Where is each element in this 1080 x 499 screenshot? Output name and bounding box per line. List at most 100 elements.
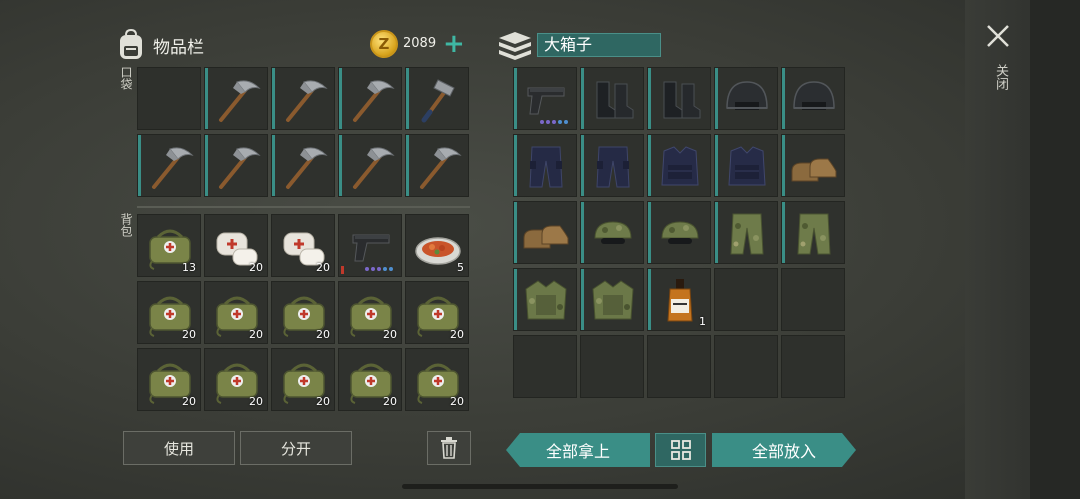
container-slot[interactable]	[647, 201, 711, 264]
boots-icon	[663, 81, 701, 119]
pickaxe-icon	[286, 147, 328, 189]
backpack-slot[interactable]: 20	[338, 348, 402, 411]
inventory-title: 物品栏	[153, 37, 204, 58]
backpack-slot[interactable]: 20	[271, 348, 335, 411]
pistol-icon	[352, 234, 390, 262]
container-slot[interactable]	[714, 67, 778, 130]
item-quantity: 20	[450, 395, 464, 408]
container-empty-slot[interactable]	[714, 335, 778, 398]
container-slot[interactable]	[781, 134, 845, 197]
trash-button[interactable]	[427, 431, 471, 465]
pickaxe-icon	[152, 147, 194, 189]
close-icon[interactable]	[984, 22, 1012, 50]
pocket-slot[interactable]	[338, 134, 402, 197]
container-slot[interactable]	[580, 201, 644, 264]
boots-icon	[596, 81, 634, 119]
container-slot[interactable]	[580, 67, 644, 130]
side-panel-edge-dark	[1030, 0, 1080, 499]
pants-dark-icon	[596, 146, 630, 188]
trash-icon	[441, 437, 457, 459]
pickaxe-icon	[219, 80, 261, 122]
shoes-brown-icon	[523, 225, 569, 249]
add-currency-button[interactable]: +	[443, 30, 465, 58]
container-slot[interactable]	[513, 268, 577, 331]
container-slot[interactable]	[513, 201, 577, 264]
item-quantity: 20	[316, 261, 330, 274]
coin-icon: Z	[370, 30, 398, 58]
container-slot[interactable]	[714, 134, 778, 197]
container-empty-slot[interactable]	[580, 335, 644, 398]
container-empty-slot[interactable]	[781, 268, 845, 331]
container-slot[interactable]	[580, 134, 644, 197]
pocket-slot[interactable]	[405, 67, 469, 130]
pickaxe-icon	[353, 80, 395, 122]
backpack-slot[interactable]: 13	[137, 214, 201, 277]
backpack-slot[interactable]: 20	[204, 348, 268, 411]
durability-bar	[341, 266, 344, 274]
backpack-slot[interactable]: 20	[137, 281, 201, 344]
backpack-slot[interactable]: 20	[405, 281, 469, 344]
pickaxe-icon	[353, 147, 395, 189]
backpack-slot[interactable]: 20	[338, 281, 402, 344]
item-quantity: 20	[249, 261, 263, 274]
hammer-icon	[421, 79, 455, 123]
backpack-slot[interactable]: 20	[271, 281, 335, 344]
pickaxe-icon	[219, 147, 261, 189]
backpack-label: 背包	[119, 213, 133, 237]
container-slot[interactable]	[781, 201, 845, 264]
container-empty-slot[interactable]	[714, 268, 778, 331]
jacket-camo-icon	[592, 280, 634, 320]
take-all-button[interactable]: 全部拿上	[506, 433, 650, 467]
item-quantity: 20	[450, 328, 464, 341]
container-empty-slot[interactable]	[647, 335, 711, 398]
pocket-slot[interactable]	[137, 67, 201, 130]
ammo-indicator	[365, 267, 393, 271]
container-empty-slot[interactable]	[781, 335, 845, 398]
pocket-slot[interactable]	[204, 67, 268, 130]
vest-dark-icon	[661, 146, 699, 186]
close-label[interactable]: 关闭	[988, 64, 1008, 90]
shoes-brown-icon	[791, 158, 837, 182]
pocket-slot[interactable]	[137, 134, 201, 197]
item-quantity: 20	[249, 395, 263, 408]
container-slot[interactable]	[647, 134, 711, 197]
item-quantity: 20	[316, 328, 330, 341]
backpack-slot[interactable]: 20	[204, 281, 268, 344]
container-slot[interactable]	[513, 134, 577, 197]
home-indicator[interactable]	[402, 484, 678, 489]
container-slot[interactable]	[513, 67, 577, 130]
backpack-slot[interactable]: 20	[405, 348, 469, 411]
item-quantity: 13	[182, 261, 196, 274]
pants-camo-icon	[797, 213, 831, 255]
section-divider	[137, 206, 470, 208]
backpack-slot[interactable]	[338, 214, 402, 277]
use-button[interactable]: 使用	[123, 431, 235, 465]
cap-camo-icon	[661, 221, 699, 244]
split-button[interactable]: 分开	[240, 431, 352, 465]
pocket-slot[interactable]	[271, 67, 335, 130]
pocket-label: 口袋	[119, 66, 133, 90]
item-quantity: 20	[383, 328, 397, 341]
container-empty-slot[interactable]	[513, 335, 577, 398]
backpack-slot[interactable]: 20	[137, 348, 201, 411]
backpack-slot[interactable]: 5	[405, 214, 469, 277]
pocket-slot[interactable]	[405, 134, 469, 197]
ammo-indicator	[540, 120, 568, 124]
container-slot[interactable]	[714, 201, 778, 264]
backpack-slot[interactable]: 20	[204, 214, 268, 277]
container-slot[interactable]	[647, 67, 711, 130]
sort-grid-button[interactable]	[655, 433, 706, 467]
pocket-slot[interactable]	[338, 67, 402, 130]
container-slot[interactable]	[781, 67, 845, 130]
cap-camo-icon	[594, 221, 632, 244]
put-all-button[interactable]: 全部放入	[712, 433, 856, 467]
pocket-slot[interactable]	[204, 134, 268, 197]
backpack-slot[interactable]: 20	[271, 214, 335, 277]
jacket-camo-icon	[525, 280, 567, 320]
container-slot[interactable]	[580, 268, 644, 331]
container-name-field[interactable]: 大箱子	[537, 33, 661, 57]
helmet-icon	[793, 81, 835, 110]
container-slot[interactable]: 1	[647, 268, 711, 331]
pocket-slot[interactable]	[271, 134, 335, 197]
item-quantity: 20	[383, 395, 397, 408]
